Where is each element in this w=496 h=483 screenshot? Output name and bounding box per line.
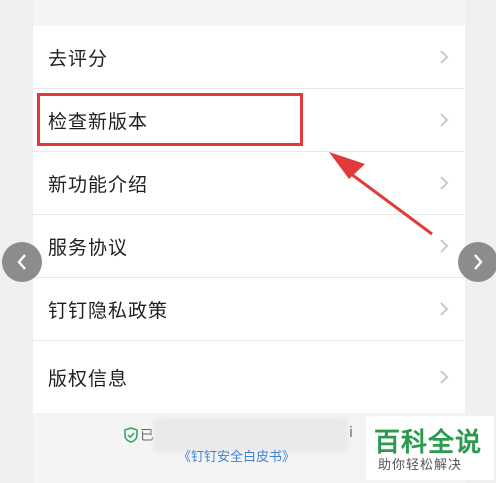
menu-item-label: 新功能介绍 [48,173,149,196]
chevron-right-icon [440,370,449,384]
watermark-slogan: 助你轻松解决 [378,458,463,473]
menu-item-service-agreement[interactable]: 服务协议 [33,215,465,278]
shield-check-icon [124,427,138,443]
menu-item-label: 去评分 [48,47,109,70]
watermark: 百科全说 助你轻松解决 [366,416,494,480]
chevron-right-icon [440,113,449,127]
chevron-right-icon [440,239,449,253]
chevron-right-icon [440,50,449,64]
menu-item-label: 服务协议 [48,236,129,259]
about-screen: 去评分 检查新版本 新功能介绍 服务协议 钉钉隐私政策 版权信息 已 i 《钉钉… [33,0,465,483]
chevron-left-icon [17,254,26,270]
settings-menu: 去评分 检查新版本 新功能介绍 服务协议 钉钉隐私政策 版权信息 [33,26,465,413]
chevron-right-icon [440,302,449,316]
menu-item-privacy-policy[interactable]: 钉钉隐私政策 [33,278,465,341]
menu-item-label: 版权信息 [48,367,129,390]
menu-item-check-update[interactable]: 检查新版本 [33,89,465,152]
prev-button[interactable] [2,242,42,282]
certified-text: 已 [140,428,154,444]
menu-item-label: 钉钉隐私政策 [48,299,169,322]
menu-item-label: 检查新版本 [48,110,149,133]
menu-item-whats-new[interactable]: 新功能介绍 [33,152,465,215]
security-whitepaper-link[interactable]: 《钉钉安全白皮书》 [178,446,295,465]
next-button[interactable] [458,242,496,282]
chevron-right-icon [440,176,449,190]
chevron-right-icon [474,254,483,270]
menu-item-rate[interactable]: 去评分 [33,26,465,89]
certified-text-tail: i [349,425,353,441]
